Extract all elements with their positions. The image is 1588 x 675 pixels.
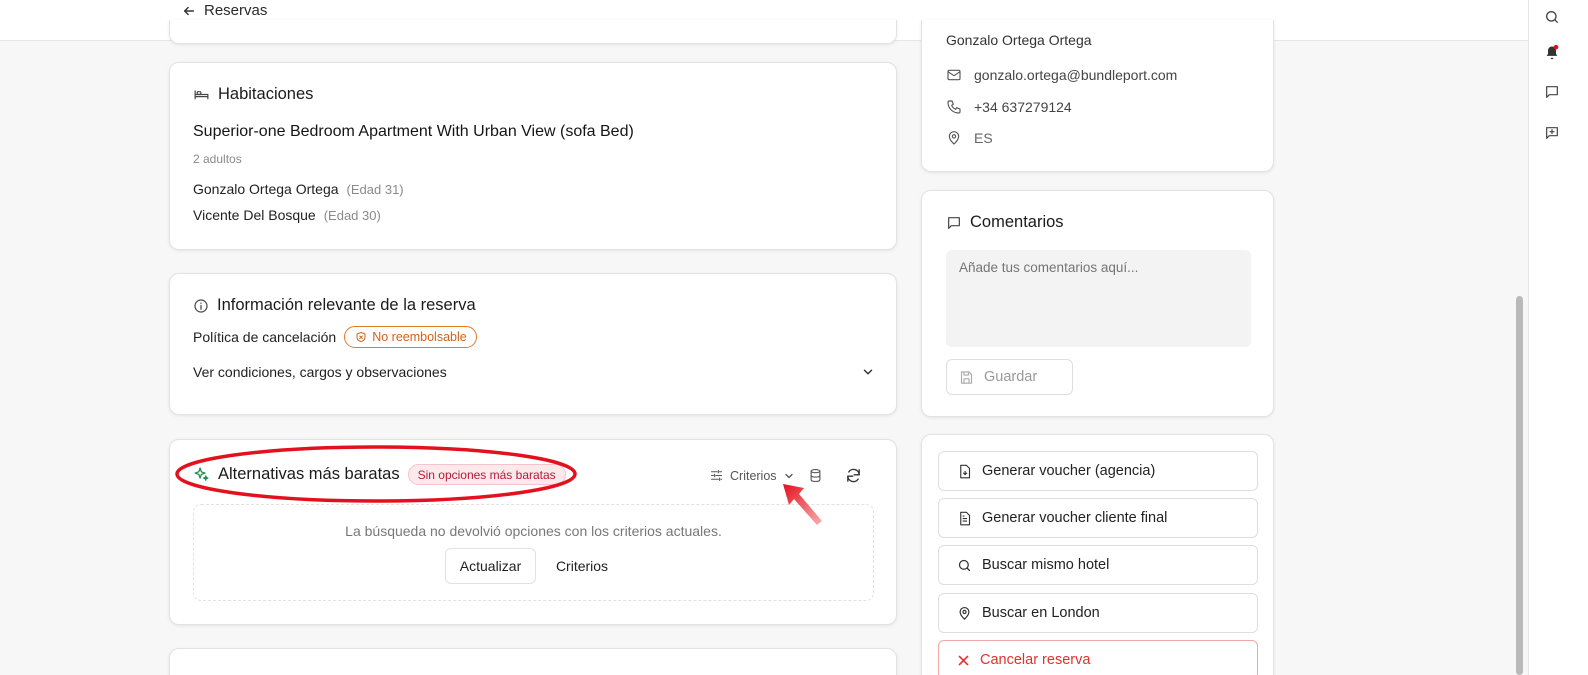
chevron-down-icon bbox=[783, 470, 795, 482]
cancel-booking-button[interactable]: Cancelar reserva bbox=[938, 640, 1258, 675]
search-icon[interactable] bbox=[1544, 9, 1560, 25]
mail-icon bbox=[946, 67, 962, 83]
contact-country: ES bbox=[974, 130, 993, 146]
bell-icon[interactable] bbox=[1544, 44, 1560, 60]
booking-info-card: Información relevante de la reserva Polí… bbox=[169, 273, 897, 415]
guest-age: (Edad 30) bbox=[323, 207, 381, 223]
arrow-left-icon bbox=[182, 4, 196, 18]
criteria-button[interactable]: Criterios bbox=[546, 548, 618, 584]
scrollbar-thumb[interactable] bbox=[1516, 296, 1523, 675]
guest-age: (Edad 31) bbox=[346, 181, 404, 197]
contact-name: Gonzalo Ortega Ortega bbox=[946, 32, 1092, 48]
cancel-label: Cancelar reserva bbox=[980, 652, 1091, 668]
sliders-icon bbox=[709, 468, 724, 483]
right-sidebar bbox=[1528, 0, 1588, 675]
info-icon bbox=[193, 298, 209, 314]
shield-x-icon bbox=[355, 331, 367, 343]
non-refundable-badge: No reembolsable bbox=[344, 326, 477, 348]
conditions-toggle[interactable]: Ver condiciones, cargos y observaciones bbox=[193, 364, 875, 380]
search-in-city-button[interactable]: Buscar en London bbox=[938, 593, 1258, 633]
rooms-card: Habitaciones Superior-one Bedroom Apartm… bbox=[169, 62, 897, 250]
generate-agency-voucher-button[interactable]: Generar voucher (agencia) bbox=[938, 451, 1258, 491]
non-refundable-label: No reembolsable bbox=[372, 330, 467, 344]
highlight-ellipse bbox=[175, 445, 577, 503]
message-plus-icon[interactable] bbox=[1544, 125, 1560, 141]
guest-name: Gonzalo Ortega Ortega bbox=[193, 181, 339, 197]
guest-name: Vicente Del Bosque bbox=[193, 207, 316, 223]
file-text-icon bbox=[957, 511, 972, 526]
empty-results-message: La búsqueda no devolvió opciones con los… bbox=[345, 523, 722, 539]
back-label: Reservas bbox=[204, 2, 268, 19]
bed-icon bbox=[193, 86, 210, 103]
conditions-label: Ver condiciones, cargos y observaciones bbox=[193, 364, 447, 380]
cancellation-policy-label: Política de cancelación bbox=[193, 329, 337, 345]
action-label: Generar voucher cliente final bbox=[982, 510, 1168, 526]
file-download-icon bbox=[957, 464, 972, 479]
message-square-icon[interactable] bbox=[1544, 84, 1560, 100]
empty-results-box: La búsqueda no devolvió opciones con los… bbox=[193, 504, 874, 601]
close-icon bbox=[957, 654, 970, 667]
rooms-title: Habitaciones bbox=[218, 85, 314, 103]
action-label: Generar voucher (agencia) bbox=[982, 463, 1156, 479]
chevron-down-icon bbox=[861, 365, 875, 379]
actions-card: Generar voucher (agencia) Generar vouche… bbox=[921, 434, 1274, 675]
update-button[interactable]: Actualizar bbox=[445, 548, 536, 584]
criteria-dropdown-label: Criterios bbox=[730, 468, 777, 483]
search-icon bbox=[957, 558, 972, 573]
guest-row: Vicente Del Bosque (Edad 30) bbox=[193, 207, 381, 223]
refresh-icon[interactable] bbox=[845, 467, 862, 484]
save-label: Guardar bbox=[984, 369, 1038, 385]
contact-phone: +34 637279124 bbox=[974, 99, 1072, 115]
map-pin-icon bbox=[957, 606, 972, 621]
comments-textarea[interactable] bbox=[946, 250, 1251, 347]
phone-icon bbox=[946, 99, 962, 115]
guest-row: Gonzalo Ortega Ortega (Edad 31) bbox=[193, 181, 404, 197]
generate-client-voucher-button[interactable]: Generar voucher cliente final bbox=[938, 498, 1258, 538]
contact-card: Gonzalo Ortega Ortega gonzalo.ortega@bun… bbox=[921, 20, 1274, 172]
save-button[interactable]: Guardar bbox=[946, 359, 1073, 395]
save-icon bbox=[959, 370, 974, 385]
comments-card: Comentarios Guardar bbox=[921, 190, 1274, 417]
previous-card bbox=[169, 20, 897, 44]
back-button[interactable]: Reservas bbox=[182, 2, 267, 19]
action-label: Buscar en London bbox=[982, 605, 1100, 621]
map-pin-icon bbox=[946, 130, 962, 146]
next-card bbox=[169, 648, 897, 675]
search-same-hotel-button[interactable]: Buscar mismo hotel bbox=[938, 545, 1258, 585]
room-name: Superior-one Bedroom Apartment With Urba… bbox=[193, 123, 634, 140]
info-title: Información relevante de la reserva bbox=[217, 296, 476, 314]
message-square-icon bbox=[946, 215, 962, 231]
room-occupancy: 2 adultos bbox=[193, 152, 242, 166]
highlight-arrow bbox=[783, 484, 822, 525]
contact-email: gonzalo.ortega@bundleport.com bbox=[974, 67, 1178, 83]
comments-title: Comentarios bbox=[970, 213, 1064, 231]
action-label: Buscar mismo hotel bbox=[982, 557, 1110, 573]
